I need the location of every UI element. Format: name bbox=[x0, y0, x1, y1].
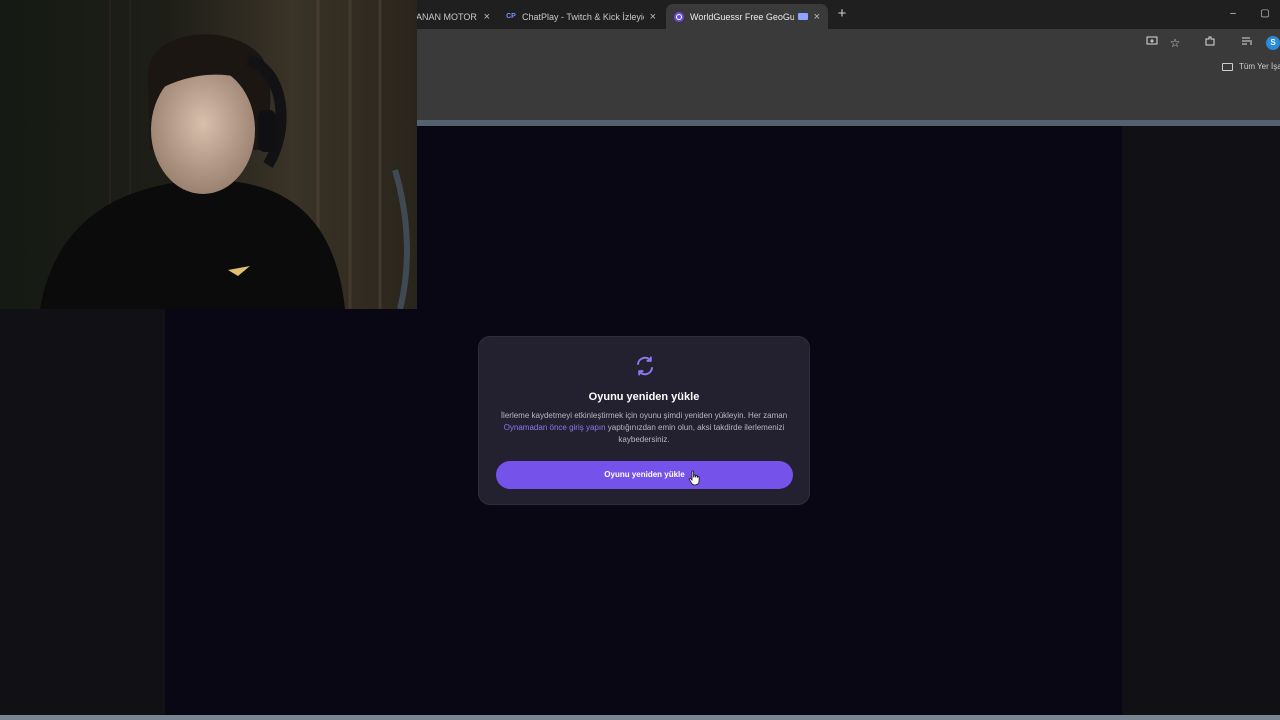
close-icon[interactable]: × bbox=[484, 11, 490, 23]
tab-title: ChatPlay - Twitch & Kick İzleyici bbox=[522, 11, 644, 22]
tab-title: ANAN MOTOR bbox=[416, 11, 477, 22]
worldguessr-logo-icon bbox=[674, 11, 684, 22]
new-tab-button[interactable]: + bbox=[834, 5, 850, 23]
close-icon[interactable]: × bbox=[650, 11, 656, 23]
maximize-button[interactable]: ▢ bbox=[1255, 4, 1275, 24]
bookmark-star-icon[interactable]: ☆ bbox=[1167, 35, 1183, 51]
all-bookmarks-label: Tüm Yer İşa bbox=[1239, 62, 1280, 71]
close-icon[interactable]: × bbox=[814, 11, 820, 23]
tab-anan-motor[interactable]: ANAN MOTOR × bbox=[408, 4, 498, 29]
modal-title: Oyunu yeniden yükle bbox=[588, 391, 700, 403]
modal-body-text-end: yaptığınızdan emin olun, aksi takdirde i… bbox=[605, 423, 785, 444]
modal-body: İlerleme kaydetmeyi etkinleştirmek için … bbox=[495, 410, 793, 446]
screen: ANAN MOTOR × CP ChatPlay - Twitch & Kick… bbox=[0, 0, 1280, 720]
reload-game-modal: Oyunu yeniden yükle İlerleme kaydetmeyi … bbox=[478, 336, 810, 505]
modal-body-text: İlerleme kaydetmeyi etkinleştirmek için … bbox=[500, 411, 788, 420]
reload-game-button[interactable]: Oyunu yeniden yükle bbox=[496, 461, 793, 489]
tab-worldguessr[interactable]: WorldGuessr Free GeoGuessr × bbox=[666, 4, 828, 29]
audio-icon[interactable] bbox=[797, 13, 808, 20]
extensions-icon[interactable] bbox=[1202, 35, 1218, 51]
login-before-play-link[interactable]: Oynamadan önce giriş yapın bbox=[504, 423, 606, 432]
profile-avatar[interactable]: S bbox=[1266, 36, 1280, 50]
bottom-bar bbox=[0, 715, 1280, 720]
all-bookmarks-button[interactable]: Tüm Yer İşa bbox=[1222, 62, 1280, 71]
hand-cursor-icon bbox=[688, 470, 700, 486]
chatplay-favicon-icon: CP bbox=[506, 13, 516, 20]
install-app-icon[interactable] bbox=[1144, 35, 1160, 51]
webcam-overlay bbox=[0, 0, 417, 309]
folder-icon bbox=[1222, 62, 1233, 71]
media-controls-icon[interactable] bbox=[1239, 35, 1255, 51]
tab-chatplay[interactable]: CP ChatPlay - Twitch & Kick İzleyici × bbox=[498, 4, 664, 29]
minimize-button[interactable]: – bbox=[1223, 4, 1243, 24]
tab-title: WorldGuessr Free GeoGuessr bbox=[690, 11, 794, 22]
reload-icon bbox=[634, 355, 656, 377]
webcam-feed bbox=[0, 0, 417, 309]
